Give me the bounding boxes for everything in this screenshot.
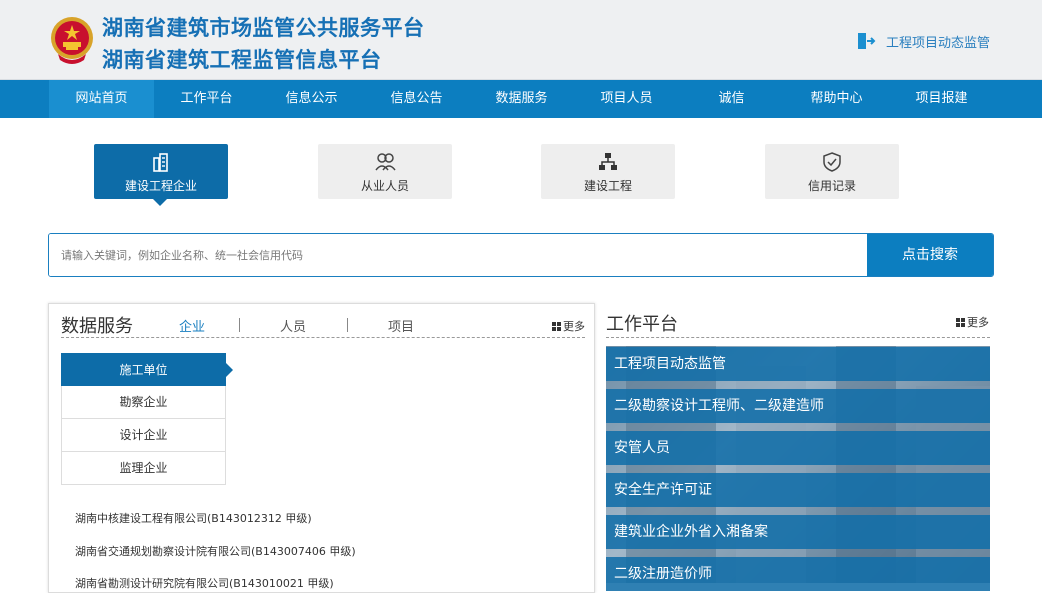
nav-data-service[interactable]: 数据服务 [469,80,574,118]
nav-help-center[interactable]: 帮助中心 [784,80,889,118]
tab-project[interactable]: 项目 [347,316,455,335]
data-service-title: 数据服务 [61,316,133,337]
data-service-more-link[interactable]: 更多 [552,318,585,334]
national-emblem-icon [51,17,93,64]
subnav-supervision-enterprise[interactable]: 监理企业 [61,452,226,485]
work-platform-more-link[interactable]: 更多 [956,314,989,330]
data-service-tabs: 企业 人员 项目 [149,316,455,335]
nav-project-registration[interactable]: 项目报建 [889,80,994,118]
nav-info-notice[interactable]: 信息公告 [364,80,469,118]
tab-personnel[interactable]: 人员 [239,316,348,335]
work-item-safety-license[interactable]: 安全生产许可证 [606,473,990,507]
users-icon [375,153,396,171]
work-item-cost-engineer[interactable]: 二级注册造价师 [606,557,990,591]
more-label: 更多 [967,316,989,329]
shield-icon [823,152,841,172]
nav-project-staff[interactable]: 项目人员 [574,80,679,118]
data-service-panel: 数据服务 企业 人员 项目 更多 施工单位 勘察企业 设计企业 监理企业 湖南中… [48,303,595,593]
work-item-out-of-province-filing[interactable]: 建筑业企业外省入湘备案 [606,515,990,549]
subnav-construction-unit[interactable]: 施工单位 [61,353,233,386]
category-label: 建设工程企业 [124,179,197,193]
search-input[interactable] [49,234,869,276]
category-practitioners[interactable]: 从业人员 [318,144,452,199]
nav-work-platform[interactable]: 工作平台 [154,80,259,118]
company-list-item[interactable]: 湖南省勘测设计研究院有限公司(B143010021 甲级) [75,575,334,591]
category-label: 从业人员 [360,179,409,193]
enterprise-type-nav: 施工单位 勘察企业 设计企业 监理企业 [61,353,233,485]
exit-door-icon [858,33,876,49]
tab-enterprise[interactable]: 企业 [149,316,240,335]
category-credit-record[interactable]: 信用记录 [765,144,899,199]
grid-icon [956,317,965,327]
project-monitor-link[interactable]: 工程项目动态监管 [856,31,990,51]
site-title-secondary: 湖南省建筑工程监管信息平台 [102,48,382,72]
search-button[interactable]: 点击搜索 [867,234,993,276]
grid-icon [552,321,561,331]
subnav-design-enterprise[interactable]: 设计企业 [61,419,226,452]
building-icon [153,153,168,172]
divider [606,337,990,338]
project-monitor-label: 工程项目动态监管 [886,35,991,51]
company-list-item[interactable]: 湖南省交通规划勘察设计院有限公司(B143007406 甲级) [75,543,356,559]
nav-integrity[interactable]: 诚信 [679,80,784,118]
site-title-primary: 湖南省建筑市场监管公共服务平台 [102,16,425,40]
category-construction-enterprise[interactable]: 建设工程企业 [94,144,228,206]
search-bar: 点击搜索 [48,233,994,277]
category-label: 信用记录 [807,179,856,193]
work-item-engineer-constructor[interactable]: 二级勘察设计工程师、二级建造师 [606,389,990,423]
work-item-safety-staff[interactable]: 安管人员 [606,431,990,465]
nav-info-disclosure[interactable]: 信息公示 [259,80,364,118]
site-header: 湖南省建筑市场监管公共服务平台 湖南省建筑工程监管信息平台 工程项目动态监管 [0,0,1042,80]
company-list-item[interactable]: 湖南中核建设工程有限公司(B143012312 甲级) [75,510,312,526]
work-item-project-monitor[interactable]: 工程项目动态监管 [606,347,990,381]
main-nav: 网站首页 工作平台 信息公示 信息公告 数据服务 项目人员 诚信 帮助中心 项目… [0,80,1042,118]
subnav-survey-enterprise[interactable]: 勘察企业 [61,386,226,419]
work-platform-title: 工作平台 [606,314,678,335]
hierarchy-icon [599,153,617,170]
category-construction-project[interactable]: 建设工程 [541,144,675,199]
more-label: 更多 [563,320,585,333]
nav-home[interactable]: 网站首页 [49,80,154,118]
category-label: 建设工程 [583,179,632,193]
divider [61,337,585,338]
